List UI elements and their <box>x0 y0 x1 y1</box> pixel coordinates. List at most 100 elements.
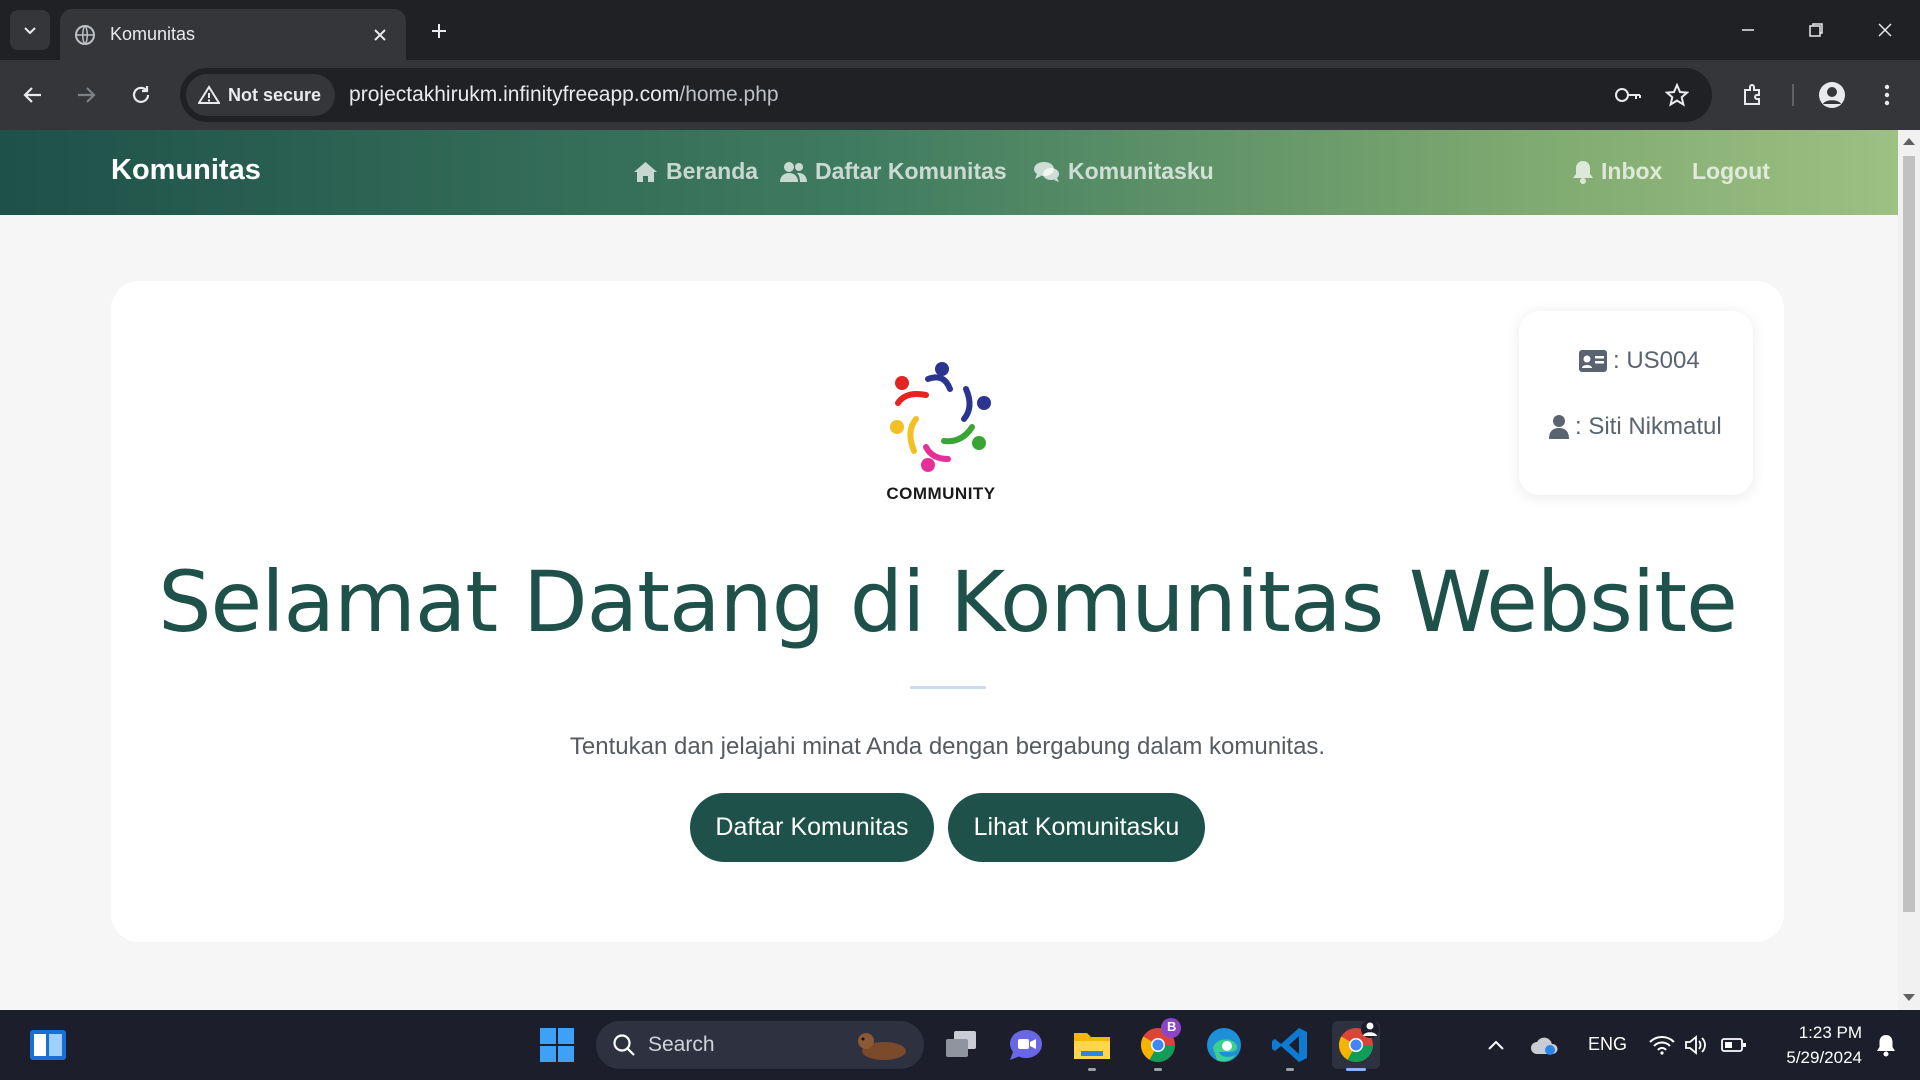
nav-link-label: Komunitasku <box>1068 158 1214 184</box>
widgets-icon <box>30 1030 66 1060</box>
minimize-button[interactable] <box>1725 10 1771 50</box>
security-chip[interactable]: Not secure <box>186 74 336 116</box>
clock-date: 5/29/2024 <box>1786 1048 1862 1067</box>
cloud-icon <box>1531 1037 1558 1055</box>
nav-link-inbox[interactable]: Inbox <box>1573 158 1662 185</box>
tab-search-button[interactable] <box>10 10 50 50</box>
password-key-button[interactable] <box>1611 78 1645 112</box>
security-label: Not secure <box>228 84 322 105</box>
wifi-icon <box>1649 1036 1675 1055</box>
url-host: projectakhirukm.infinityfreeapp.com <box>349 83 680 106</box>
comments-icon <box>1034 161 1059 182</box>
nav-link-logout[interactable]: Logout <box>1692 158 1770 185</box>
page-scrollbar[interactable] <box>1898 130 1920 1010</box>
welcome-headline: Selamat Datang di Komunitas Website <box>158 553 1738 651</box>
chrome-active-button[interactable] <box>1332 1020 1380 1071</box>
vscode-button[interactable] <box>1266 1021 1314 1071</box>
chrome-profile-b-button[interactable]: B <box>1134 1018 1182 1071</box>
close-icon <box>1878 23 1892 37</box>
reload-button[interactable] <box>122 76 160 114</box>
chevron-up-icon <box>1488 1040 1504 1050</box>
nav-link-daftar-komunitas[interactable]: Daftar Komunitas <box>780 158 1007 185</box>
community-logo-icon <box>890 362 991 472</box>
lihat-komunitasku-button[interactable]: Lihat Komunitasku <box>948 793 1205 862</box>
chevron-down-icon <box>24 27 36 35</box>
daftar-komunitas-button[interactable]: Daftar Komunitas <box>690 793 934 862</box>
restore-button[interactable] <box>1793 10 1839 50</box>
running-indicator <box>1154 1068 1162 1071</box>
welcome-subtext: Tentukan dan jelajahi minat Anda dengan … <box>569 733 1326 760</box>
scroll-up-arrow[interactable] <box>1903 138 1915 145</box>
user-name-text: : Siti Nikmatul <box>1575 413 1722 440</box>
file-explorer-button[interactable] <box>1068 1021 1116 1071</box>
user-name-row: : Siti Nikmatul <box>1549 413 1722 441</box>
clock-time: 1:23 PM <box>1798 1023 1862 1042</box>
restore-icon <box>1809 23 1823 37</box>
profile-button[interactable] <box>1813 76 1851 114</box>
url-path: /home.php <box>679 83 779 106</box>
url-text: projectakhirukm.infinityfreeapp.com/home… <box>349 83 779 107</box>
user-id-row: : US004 <box>1579 347 1700 375</box>
edge-button[interactable] <box>1200 1021 1248 1069</box>
widgets-button[interactable] <box>24 1021 72 1069</box>
teams-chat-button[interactable] <box>1002 1021 1050 1069</box>
profile-badge-icon <box>1361 1020 1379 1038</box>
user-id-text: : US004 <box>1613 347 1700 374</box>
start-button[interactable] <box>533 1021 581 1069</box>
close-window-button[interactable] <box>1862 10 1908 50</box>
onedrive-button[interactable] <box>1524 1021 1564 1069</box>
nav-link-label: Logout <box>1692 158 1770 184</box>
site-navbar: Komunitas Beranda Daftar Komunitas Komun… <box>0 130 1898 215</box>
plus-icon <box>432 24 446 38</box>
star-icon <box>1665 83 1689 107</box>
clock[interactable]: 1:23 PM 5/29/2024 <box>1766 1020 1862 1070</box>
browser-tab-strip: Komunitas <box>0 0 1920 60</box>
nav-link-label: Daftar Komunitas <box>815 158 1007 184</box>
bell-icon <box>1573 160 1593 184</box>
scroll-down-arrow[interactable] <box>1903 994 1915 1001</box>
site-brand[interactable]: Komunitas <box>111 154 261 187</box>
more-vertical-icon <box>1884 84 1890 106</box>
browser-tab[interactable]: Komunitas <box>60 9 406 60</box>
minimize-icon <box>1742 29 1754 31</box>
reload-icon <box>132 86 150 103</box>
otter-mascot-icon <box>858 1033 906 1060</box>
battery-icon <box>1721 1038 1746 1052</box>
nav-link-label: Beranda <box>666 158 759 184</box>
id-card-icon <box>1579 350 1607 372</box>
back-button[interactable] <box>14 76 52 114</box>
running-indicator <box>1286 1068 1294 1071</box>
bookmark-button[interactable] <box>1660 78 1694 112</box>
arrow-right-icon <box>78 87 96 103</box>
language-indicator[interactable]: ENG <box>1588 1034 1627 1055</box>
toolbar-separator <box>1792 84 1794 106</box>
task-view-button[interactable] <box>937 1021 985 1069</box>
windows-logo-icon <box>540 1028 574 1062</box>
nav-link-beranda[interactable]: Beranda <box>633 158 758 185</box>
speaker-icon <box>1685 1035 1706 1055</box>
nav-link-komunitasku[interactable]: Komunitasku <box>1034 158 1214 185</box>
taskbar-search[interactable]: Search <box>596 1021 924 1069</box>
forward-button[interactable] <box>67 76 105 114</box>
browser-menu-button[interactable] <box>1868 76 1906 114</box>
users-icon <box>780 161 807 182</box>
scroll-thumb[interactable] <box>1903 156 1915 912</box>
key-icon <box>1615 88 1641 102</box>
tab-close-button[interactable] <box>368 23 392 47</box>
page-viewport: Komunitas Beranda Daftar Komunitas Komun… <box>0 130 1898 1010</box>
chat-icon <box>1010 1030 1042 1060</box>
browser-toolbar: Not secure projectakhirukm.infinityfreea… <box>0 60 1920 130</box>
home-icon <box>634 161 657 182</box>
address-bar[interactable]: Not secure projectakhirukm.infinityfreea… <box>180 68 1712 122</box>
bell-icon <box>1877 1035 1895 1057</box>
extensions-button[interactable] <box>1734 76 1772 114</box>
search-icon <box>613 1034 635 1056</box>
tab-title: Komunitas <box>110 24 196 44</box>
notifications-button[interactable] <box>1866 1021 1906 1069</box>
new-tab-button[interactable] <box>422 14 456 48</box>
battery-button[interactable] <box>1712 1021 1756 1069</box>
running-indicator <box>1088 1068 1096 1071</box>
avatar-icon <box>1819 82 1845 108</box>
show-hidden-icons-button[interactable] <box>1476 1021 1516 1069</box>
edge-icon <box>1207 1028 1241 1062</box>
